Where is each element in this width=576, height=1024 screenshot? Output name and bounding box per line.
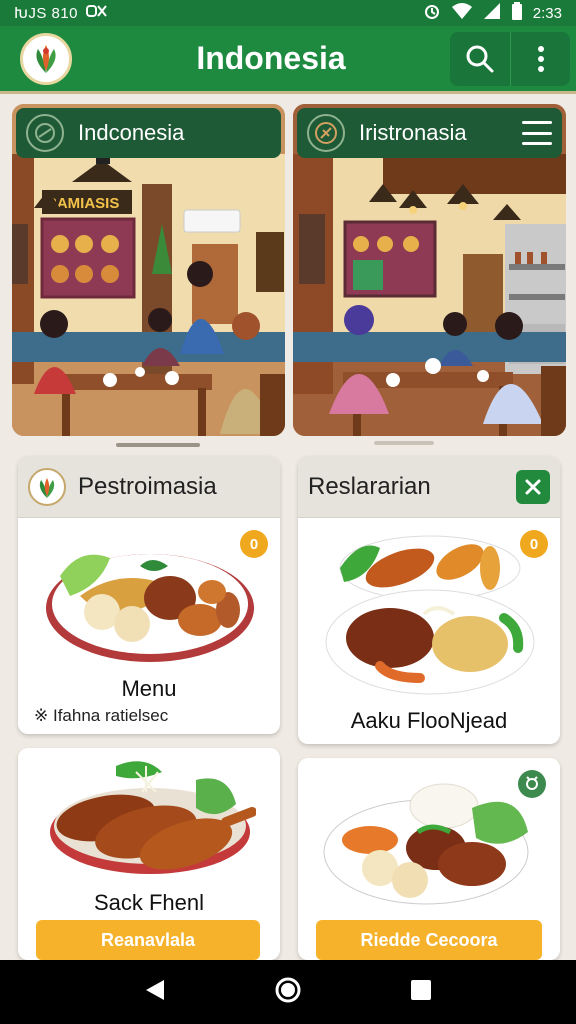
drag-handle[interactable] bbox=[374, 441, 434, 445]
restaurant-banner-1[interactable]: RAMIASIS Indconesia bbox=[12, 104, 285, 436]
dish-image bbox=[323, 783, 529, 905]
dish-image bbox=[325, 535, 535, 695]
more-button[interactable] bbox=[510, 31, 570, 86]
card-header: Pestroimasia bbox=[18, 456, 280, 518]
dish-card-restaurant[interactable]: Reslararian 0 Aaku FlooNjead bbox=[298, 456, 560, 744]
card-logo-icon bbox=[28, 467, 66, 506]
recents-button[interactable] bbox=[410, 979, 432, 1006]
drag-handle[interactable] bbox=[116, 443, 200, 447]
notification-icon bbox=[86, 4, 108, 22]
restaurant-sign-text: RAMIASIS bbox=[46, 195, 119, 212]
app-title: Indonesia bbox=[196, 40, 346, 76]
dish-card-menu[interactable]: Pestroimasia 0 Menu ※ Ifahna ratielsec bbox=[18, 456, 280, 734]
back-triangle-icon bbox=[146, 979, 164, 1000]
alarm-icon bbox=[423, 2, 441, 24]
banner-title: Indconesia bbox=[78, 120, 185, 145]
card-label: Menu bbox=[121, 676, 177, 701]
card-title: Pestroimasia bbox=[78, 472, 217, 500]
banner-title: Iristronasia bbox=[359, 120, 467, 145]
order-button[interactable]: Riedde Cecoora bbox=[316, 920, 542, 960]
app-bar: Indonesia bbox=[0, 26, 576, 94]
card-title: Reslararian bbox=[308, 472, 431, 500]
order-button[interactable]: Reanavlala bbox=[36, 920, 260, 960]
battery-icon bbox=[511, 2, 523, 24]
restaurant-banner-2[interactable]: Iristronasia bbox=[293, 104, 566, 436]
app-logo[interactable] bbox=[20, 32, 72, 85]
restaurant-banners: RAMIASIS Indconesia Iristronasia bbox=[12, 104, 566, 436]
wifi-icon bbox=[451, 3, 473, 23]
banner-header: Indconesia bbox=[16, 108, 281, 158]
card-header: Reslararian bbox=[298, 456, 560, 518]
card-subtitle: ※ Ifahna ratielsec bbox=[34, 706, 169, 725]
banner-logo-icon bbox=[26, 114, 64, 152]
home-circle-icon bbox=[275, 977, 301, 1002]
status-text: ԽJS 810 bbox=[14, 5, 79, 22]
dish-card-chicken[interactable]: Sack Fhenl Reanavlala bbox=[18, 748, 280, 960]
signal-icon bbox=[483, 3, 501, 23]
app-actions bbox=[450, 31, 570, 86]
dish-image bbox=[46, 554, 254, 662]
close-button[interactable] bbox=[516, 469, 550, 504]
card-label: Sack Fhenl bbox=[93, 890, 205, 915]
search-button[interactable] bbox=[450, 32, 510, 86]
search-icon bbox=[466, 45, 494, 72]
banner-logo-icon bbox=[307, 114, 345, 152]
banner-header: Iristronasia bbox=[297, 108, 562, 158]
dish-card-rice-platter[interactable]: Riedde Cecoora bbox=[298, 758, 560, 960]
back-button[interactable] bbox=[144, 978, 166, 1007]
status-bar: ԽJS 810 2:33 bbox=[0, 0, 576, 26]
card-label: Aaku FlooNjead bbox=[350, 708, 508, 733]
home-button[interactable] bbox=[274, 976, 302, 1009]
status-time: 2:33 bbox=[532, 4, 562, 22]
hamburger-menu-icon[interactable] bbox=[522, 121, 552, 145]
more-vertical-icon bbox=[537, 45, 544, 72]
recents-square-icon bbox=[411, 979, 431, 1000]
system-nav-bar bbox=[0, 960, 576, 1024]
dish-image bbox=[50, 761, 256, 874]
close-icon bbox=[525, 479, 541, 494]
